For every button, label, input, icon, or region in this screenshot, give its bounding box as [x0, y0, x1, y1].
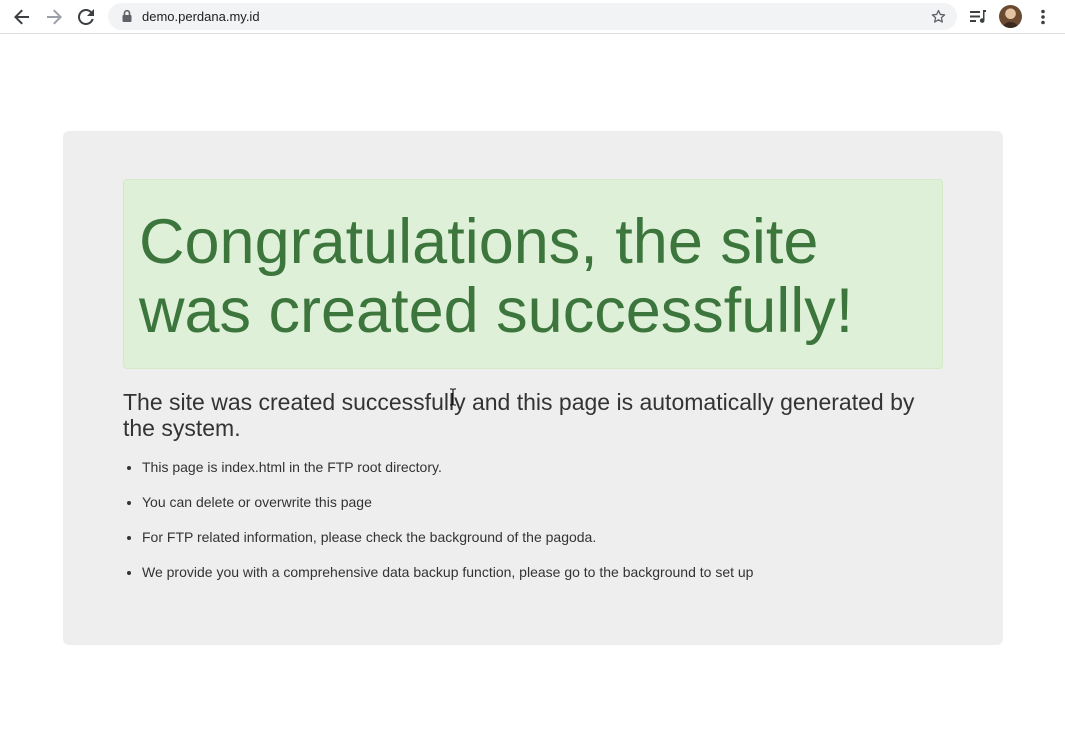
media-control-button[interactable] [966, 5, 990, 29]
star-icon[interactable] [930, 8, 947, 25]
kebab-menu-icon [1041, 9, 1045, 25]
forward-button[interactable] [41, 4, 67, 30]
list-item: We provide you with a comprehensive data… [142, 562, 753, 597]
list-item: For FTP related information, please chec… [142, 527, 753, 562]
reload-button[interactable] [73, 4, 99, 30]
menu-button[interactable] [1031, 5, 1055, 29]
url-text[interactable]: demo.perdana.my.id [142, 9, 260, 24]
content-panel: Congratulations, the site was created su… [63, 131, 1003, 645]
text-cursor-icon [450, 388, 456, 406]
arrow-right-icon [47, 9, 62, 25]
intro-text: The site was created successfully and th… [123, 389, 915, 441]
back-button[interactable] [9, 4, 35, 30]
arrow-left-icon [14, 9, 29, 25]
reload-icon [78, 9, 94, 25]
avatar[interactable] [999, 5, 1022, 28]
info-list: This page is index.html in the FTP root … [123, 457, 753, 597]
address-bar[interactable]: demo.perdana.my.id [108, 3, 957, 30]
list-item: You can delete or overwrite this page [142, 492, 753, 527]
list-item: This page is index.html in the FTP root … [142, 457, 753, 492]
lock-icon [122, 9, 132, 22]
page-title: Congratulations, the site was created su… [139, 207, 854, 346]
media-control-icon [970, 10, 986, 23]
success-alert: Congratulations, the site was created su… [123, 179, 943, 369]
browser-toolbar: demo.perdana.my.id [0, 0, 1065, 34]
